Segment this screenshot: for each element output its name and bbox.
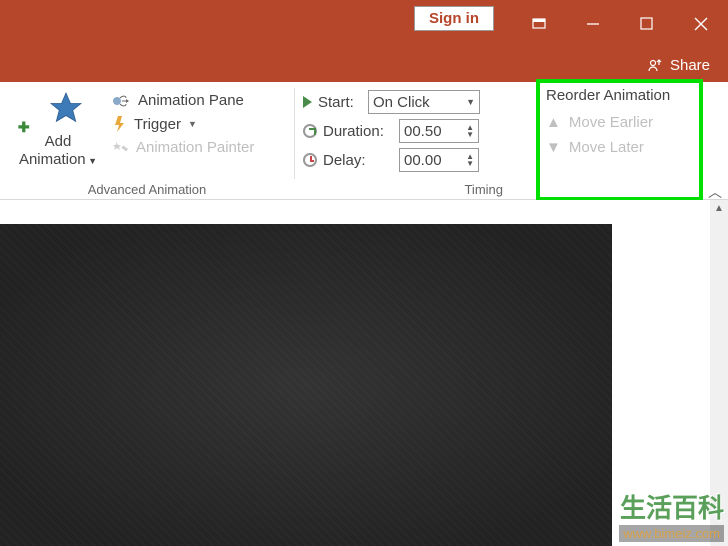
duration-value: 00.50 (404, 123, 442, 140)
ribbon-options-icon (531, 16, 547, 32)
start-value: On Click (373, 94, 430, 111)
advanced-animation-group: ✚ AddAnimation ▼ Animation Pane Trigger ▼… (0, 82, 294, 199)
move-later-label: Move Later (569, 139, 644, 156)
delay-icon (303, 153, 317, 167)
trigger-icon (112, 115, 128, 133)
title-bar: Sign in (0, 0, 728, 48)
signin-button[interactable]: Sign in (414, 6, 494, 31)
share-button[interactable]: Share (648, 57, 710, 74)
animation-painter-button: Animation Painter (112, 139, 284, 156)
chevron-down-icon: ▼ (466, 97, 475, 107)
slide-canvas[interactable] (0, 224, 612, 546)
triangle-down-icon: ▼ (546, 139, 561, 156)
animation-pane-button[interactable]: Animation Pane (112, 92, 284, 109)
close-button[interactable] (674, 6, 728, 42)
minimize-button[interactable] (566, 6, 620, 42)
animation-pane-label: Animation Pane (138, 92, 244, 109)
start-label: Start: (318, 94, 362, 111)
timing-group-title: Timing (295, 182, 509, 197)
triangle-up-icon: ▲ (546, 114, 561, 131)
watermark-text-2: www.bimeiz.com (619, 525, 724, 542)
maximize-icon (639, 16, 655, 32)
share-label: Share (670, 57, 710, 74)
delay-value: 00.00 (404, 152, 442, 169)
delay-label: Delay: (323, 152, 393, 169)
plus-icon: ✚ (18, 119, 30, 135)
move-later-button: ▼ Move Later (546, 135, 693, 160)
scroll-up-button[interactable]: ▲ (710, 200, 728, 218)
duration-spinner[interactable]: 00.50 ▲▼ (399, 119, 479, 143)
ribbon-display-options-button[interactable] (512, 6, 566, 42)
delay-spinner[interactable]: 00.00 ▲▼ (399, 148, 479, 172)
watermark: 生活百科 www.bimeiz.com (619, 488, 724, 542)
duration-label: Duration: (323, 123, 393, 140)
spinner-arrows[interactable]: ▲▼ (466, 124, 474, 138)
minimize-icon (585, 16, 601, 32)
trigger-label: Trigger (134, 116, 181, 133)
add-animation-label-1: Add (45, 133, 72, 150)
move-earlier-button: ▲ Move Earlier (546, 110, 693, 135)
trigger-button[interactable]: Trigger ▼ (112, 115, 284, 133)
chevron-down-icon: ▼ (188, 119, 197, 129)
collapse-ribbon-button[interactable]: ︿ (708, 182, 722, 202)
star-icon (48, 90, 84, 126)
start-dropdown[interactable]: On Click ▼ (368, 90, 480, 114)
close-icon (693, 16, 709, 32)
add-animation-button[interactable]: ✚ AddAnimation ▼ (8, 86, 108, 170)
animation-painter-icon (112, 140, 130, 156)
share-icon (648, 57, 664, 73)
share-bar: Share (0, 48, 728, 82)
add-animation-label-2: Animation (19, 151, 86, 168)
animation-painter-label: Animation Painter (136, 139, 254, 156)
play-icon (303, 96, 312, 108)
reorder-animation-group: Reorder Animation ▲ Move Earlier ▼ Move … (536, 79, 703, 201)
move-earlier-label: Move Earlier (569, 114, 653, 131)
watermark-text-1: 生活百科 (619, 488, 724, 525)
ribbon: ✚ AddAnimation ▼ Animation Pane Trigger ▼… (0, 82, 728, 200)
duration-icon (303, 124, 317, 138)
spinner-arrows[interactable]: ▲▼ (466, 153, 474, 167)
timing-group: Start: On Click ▼ Duration: 00.50 ▲▼ Del… (295, 82, 509, 199)
advanced-animation-group-title: Advanced Animation (0, 182, 294, 197)
reorder-title: Reorder Animation (546, 87, 693, 104)
maximize-button[interactable] (620, 6, 674, 42)
animation-pane-icon (112, 93, 132, 109)
